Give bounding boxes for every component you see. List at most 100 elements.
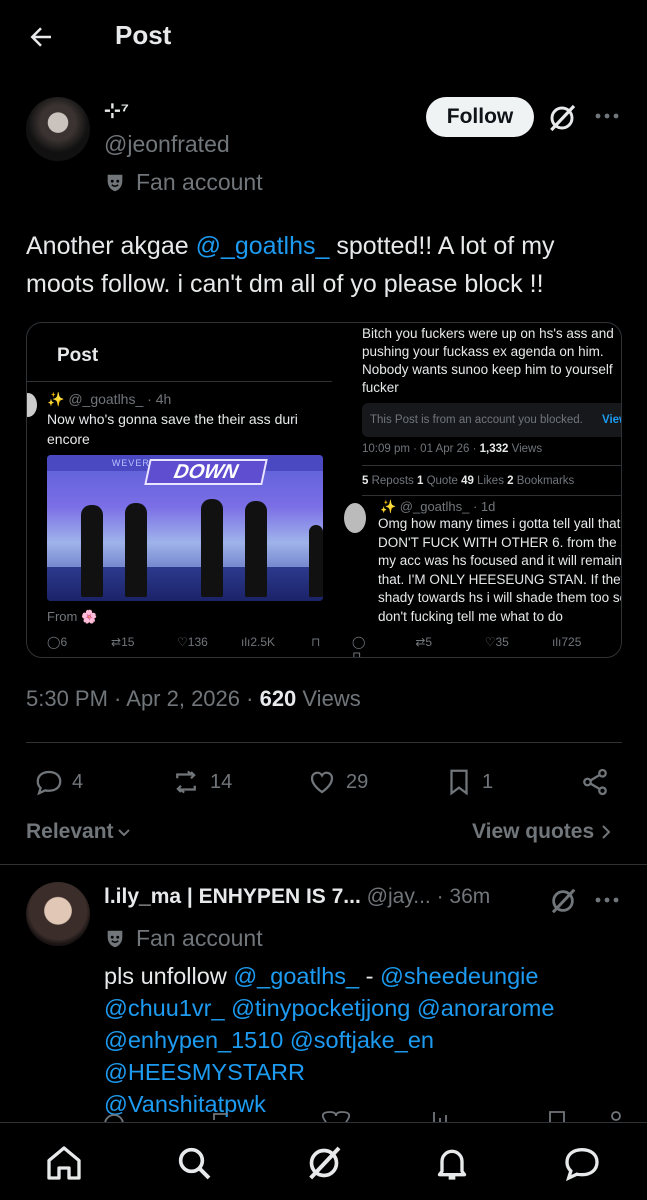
fan-account-label: Fan account (136, 925, 263, 951)
reply-icon (34, 767, 64, 797)
author-display-name[interactable]: ⊹⁷ (104, 98, 129, 123)
views-count: 620 (259, 686, 297, 711)
reply-text-part: pls unfollow (104, 963, 234, 989)
performer-figure (125, 503, 147, 597)
count: 5 (425, 635, 433, 649)
reply-handle[interactable]: @jay... (367, 885, 431, 908)
post-text: Another akgae @_goatlhs_ spotted!! A lot… (26, 227, 626, 303)
mention-link[interactable]: @HEESMYSTARR (104, 1059, 305, 1085)
reply-action-bar (104, 1108, 624, 1122)
theater-mask-icon (104, 928, 126, 950)
reply-icon: ◯ (352, 635, 366, 649)
stat-label: Bookmarks (513, 475, 575, 487)
back-arrow-icon[interactable] (26, 22, 56, 52)
page-title: Post (115, 20, 172, 50)
embedded-like-count: ♡35 (484, 635, 509, 649)
follow-button[interactable]: Follow (426, 97, 534, 137)
embedded-like-count: ♡136 (177, 635, 208, 649)
stat-label: Reposts (368, 475, 417, 487)
grok-icon[interactable] (548, 886, 578, 916)
bookmark-icon: ⊓ (352, 649, 362, 658)
stat-label: Quote (423, 475, 462, 487)
author-handle[interactable]: @jeonfrated (104, 131, 230, 158)
bookmark-icon (444, 766, 474, 798)
embedded-quote-text: Bitch you fuckers were up on hs's ass an… (362, 326, 614, 395)
bottom-navigation (0, 1122, 647, 1200)
author-label: Fan account (104, 169, 263, 196)
view-quotes-link[interactable]: View quotes (472, 820, 612, 844)
views-label: Views (296, 686, 361, 711)
mention-link[interactable]: @enhypen_1510 (104, 1027, 283, 1053)
sort-label: Relevant (26, 820, 114, 843)
reply-header: l.ily_ma | ENHYPEN IS 7... @jay... · 36m (104, 885, 490, 909)
mention-link[interactable]: @tinypocketjjong (231, 995, 410, 1021)
like-button[interactable]: 29 (306, 764, 368, 800)
avatar (344, 503, 366, 533)
more-options-icon[interactable] (592, 890, 622, 910)
performer-figure (201, 499, 223, 597)
attached-image[interactable]: Post ✨ @_goatlhs_ · 4h Now who's gonna s… (26, 322, 622, 658)
divider (26, 742, 622, 743)
timestamp-text: 5:30 PM · Apr 2, 2026 · (26, 686, 260, 711)
home-icon[interactable] (44, 1143, 84, 1183)
messages-icon[interactable] (562, 1143, 602, 1183)
reply-text-part: - (359, 963, 380, 989)
bookmark-icon: ⊓ (311, 635, 321, 649)
date-text: 10:09 pm · 01 Apr 26 · (362, 443, 480, 455)
performer-figure (309, 525, 323, 597)
reply-text: pls unfollow @_goatlhs_ - @sheedeungie @c… (104, 960, 634, 1120)
mention-link[interactable]: @_goatlhs_ (233, 963, 359, 989)
divider (27, 381, 332, 382)
theater-mask-icon (104, 172, 126, 194)
divider (0, 864, 647, 865)
search-icon[interactable] (174, 1143, 214, 1183)
stat-label: Likes (473, 475, 508, 487)
embedded-reply-meta: ✨ @_goatlhs_ · 1d (380, 499, 496, 514)
reply-avatar[interactable] (26, 882, 90, 946)
repost-button[interactable]: 14 (170, 764, 232, 800)
grok-icon[interactable] (304, 1143, 344, 1183)
embedded-reply-count: ◯6 (47, 635, 68, 649)
divider (362, 495, 621, 496)
grok-icon[interactable] (546, 102, 578, 134)
chevron-down-icon (116, 824, 132, 840)
bookmark-count: 1 (482, 770, 494, 793)
repost-icon (170, 767, 202, 797)
mention-link[interactable]: @_goatlhs_ (196, 232, 330, 260)
views-number: 1,332 (479, 443, 509, 455)
embedded-post-right: Bitch you fuckers were up on hs's ass an… (332, 323, 622, 658)
reply-display-name[interactable]: l.ily_ma | ENHYPEN IS 7... (104, 885, 361, 908)
mention-link[interactable]: @anorarome (417, 995, 555, 1021)
count: 15 (121, 635, 135, 649)
view-quotes-label: View quotes (472, 820, 595, 843)
embedded-date: 10:09 pm · 01 Apr 26 · 1,332 Views (362, 443, 542, 455)
embedded-action-bar: ◯6 ⇄15 ♡136 ılı2.5K ⊓ (47, 635, 320, 649)
like-count: 29 (346, 770, 369, 793)
mention-link[interactable]: @chuu1vr_ (104, 995, 225, 1021)
heart-icon (306, 767, 338, 797)
embedded-post-text: Now who's gonna save the their ass duri … (47, 411, 298, 447)
blocked-notice-text: This Post is from an account you blocked… (370, 414, 583, 426)
count: 35 (495, 635, 509, 649)
embedded-post-meta: ✨ @_goatlhs_ · 4h (47, 391, 172, 407)
reply-count: 4 (72, 770, 84, 793)
more-options-icon[interactable] (592, 106, 622, 126)
embedded-stats: 5 Reposts 1 Quote 49 Likes 2 Bookmarks (362, 475, 574, 487)
embedded-from-label: From 🌸 (47, 609, 98, 624)
mention-link[interactable]: @sheedeungie (380, 963, 538, 989)
embedded-reply-text: Omg how many times i gotta tell yall tha… (378, 516, 622, 624)
notifications-bell-icon[interactable] (432, 1143, 472, 1183)
author-avatar[interactable] (26, 97, 90, 161)
bookmark-button[interactable]: 1 (444, 764, 493, 800)
chevron-right-icon (600, 823, 612, 841)
sort-dropdown[interactable]: Relevant (26, 820, 132, 844)
mention-link[interactable]: @softjake_en (290, 1027, 434, 1053)
share-button[interactable] (580, 764, 610, 800)
reply-author-label: Fan account (104, 925, 263, 952)
reply-button[interactable]: 4 (34, 764, 83, 800)
embedded-repost-count: ⇄15 (111, 635, 135, 649)
embedded-post-left: Post ✨ @_goatlhs_ · 4h Now who's gonna s… (27, 323, 332, 657)
reply-time: · 36m (436, 885, 491, 908)
concert-photo: WEVERSE CON · NEW YORK DOWN (47, 455, 323, 601)
performer-figure (245, 501, 267, 597)
